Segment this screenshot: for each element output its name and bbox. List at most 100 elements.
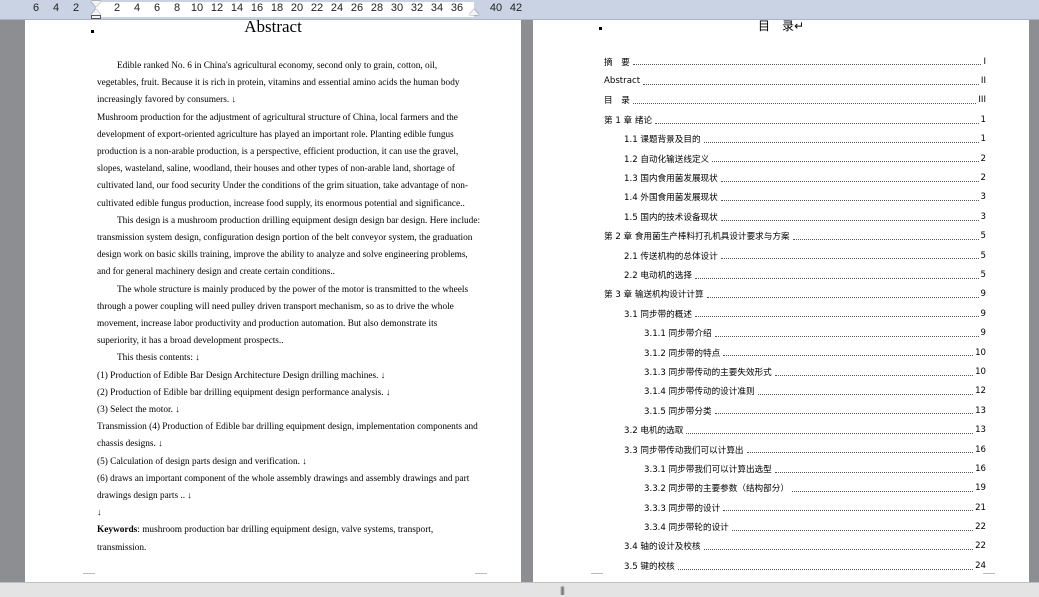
toc-entry-label: 1.1 课题背景及目的 — [624, 135, 701, 146]
ruler-number: 36 — [450, 2, 464, 14]
toc-entry[interactable]: 摘 要I — [604, 52, 986, 71]
toc-entry-page: I — [983, 56, 986, 67]
toc-entry-page: 12 — [975, 386, 986, 397]
toc-leader-dots — [723, 510, 974, 512]
toc-leader-dots — [712, 161, 979, 163]
toc-entry[interactable]: 3.3.3 同步带的设计 21 — [604, 498, 986, 517]
toc-entry-label: 3.3.2 同步带的主要参数（结构部分） — [644, 484, 789, 495]
toc-leader-dots — [655, 122, 979, 124]
toc-entry[interactable]: 1.5 国内的技术设备现状 3 — [604, 207, 986, 226]
abstract-paragraph: This design is a mushroom production dri… — [97, 215, 481, 278]
keywords-text: : mushroom production bar drilling equip… — [97, 525, 434, 553]
toc-leader-dots — [720, 180, 979, 182]
split-handle-icon[interactable]: ||| — [560, 585, 565, 595]
toc-entry[interactable]: 第 3 章 输送机构设计计算 9 — [604, 285, 986, 304]
toc-leader-dots — [774, 374, 974, 376]
toc-entry-label: 3.1 同步带的概述 — [624, 309, 692, 320]
abstract-body[interactable]: Edible ranked No. 6 in China's agricultu… — [97, 58, 481, 557]
ruler-number: 4 — [133, 2, 141, 14]
left-indent-marker[interactable] — [91, 15, 101, 19]
toc-entry-label: 3.1.5 同步带分类 — [644, 406, 712, 417]
toc-entry[interactable]: 3.1 同步带的概述 9 — [604, 304, 986, 323]
toc-entry-page: 2 — [980, 173, 986, 184]
page-contents[interactable]: 目 录↵ 摘 要 I Abstract II 目 录 III 第 1 章 绪论 1 1.1 课题… — [533, 20, 1029, 582]
toc-entry[interactable]: 2.2 电动机的选择 5 — [604, 265, 986, 284]
toc-entry-label: 3.5 键的校核 — [624, 561, 675, 572]
toc-entry-page: 5 — [980, 231, 986, 242]
toc-entry-page: 1 — [980, 134, 986, 145]
toc-entry[interactable]: 2.1 传送机构的总体设计 5 — [604, 246, 986, 265]
horizontal-scrollbar[interactable]: ||| — [0, 582, 1039, 597]
toc-entry[interactable]: 1.4 外国食用菌发展现状 3 — [604, 188, 986, 207]
toc-entry[interactable]: 1.1 课题背景及目的 1 — [604, 130, 986, 149]
toc-entry[interactable]: 3.1.3 同步带传动的主要失效形式 10 — [604, 362, 986, 381]
ruler-number: 14 — [230, 2, 244, 14]
toc-entry-label: 3.1.3 同步带传动的主要失效形式 — [644, 367, 772, 378]
abstract-paragraph: (5) Calculation of design parts design a… — [97, 456, 307, 467]
ruler-number: 22 — [310, 2, 324, 14]
toc-entry[interactable]: 3.3.1 同步带我们可以计算出选型 16 — [604, 459, 986, 478]
first-line-indent-marker[interactable] — [91, 1, 101, 7]
ruler-number: 6 — [153, 2, 161, 14]
page-abstract[interactable]: Abstract Edible ranked No. 6 in China's … — [25, 20, 521, 582]
ruler-number: 4 — [52, 2, 60, 14]
toc-entry-page: 9 — [980, 308, 986, 319]
document-workspace[interactable]: Abstract Edible ranked No. 6 in China's … — [0, 20, 1039, 582]
toc-entry-page: 3 — [980, 211, 986, 222]
toc-entry[interactable]: 3.3.4 同步带轮的设计 22 — [604, 517, 986, 536]
table-of-contents[interactable]: 摘 要 I Abstract II 目 录 III 第 1 章 绪论 1 1.1 课题背景及目的… — [604, 52, 986, 576]
ruler-number: 20 — [290, 2, 304, 14]
horizontal-ruler[interactable]: 642 2 4 6 8 10 12 14 16 18 20 22 24 26 28 30 32 34 36 40 4… — [0, 0, 1039, 20]
toc-leader-dots — [791, 490, 974, 492]
toc-entry[interactable]: 3.2 电机的选取 13 — [604, 420, 986, 439]
toc-entry[interactable]: 目 录 III — [604, 91, 986, 110]
toc-entry[interactable]: 3.1.4 同步带传动的设计准则 12 — [604, 382, 986, 401]
toc-entry-label: 3.1.4 同步带传动的设计准则 — [644, 387, 755, 398]
toc-entry-page: 1 — [980, 114, 986, 125]
toc-entry-label: 1.5 国内的技术设备现状 — [624, 212, 718, 223]
right-indent-marker[interactable] — [469, 9, 479, 15]
toc-entry[interactable]: 3.4 轴的设计及校核 22 — [604, 537, 986, 556]
abstract-paragraph: (2) Production of Edible bar drilling eq… — [97, 387, 391, 398]
toc-leader-dots — [703, 141, 979, 143]
toc-entry-page: 9 — [980, 289, 986, 300]
toc-entry-label: 2.2 电动机的选择 — [624, 270, 692, 281]
toc-entry-label: 1.2 自动化输送线定义 — [624, 154, 710, 165]
toc-entry-label: 摘 要 — [604, 57, 630, 68]
toc-entry-page: 19 — [975, 483, 986, 494]
abstract-title: Abstract — [244, 20, 302, 36]
toc-entry-page: 5 — [980, 250, 986, 261]
toc-entry-page: 24 — [975, 560, 986, 571]
toc-entry-page: 16 — [975, 444, 986, 455]
ruler-number: 2 — [113, 2, 121, 14]
ruler-number: 8 — [173, 2, 181, 14]
toc-leader-dots — [632, 103, 977, 105]
toc-entry[interactable]: 第 2 章 食用菌生产棒料打孔机具设计要求与方案 5 — [604, 227, 986, 246]
ruler-number: 26 — [350, 2, 364, 14]
ruler-number: 12 — [210, 2, 224, 14]
toc-title: 目 录↵ — [757, 20, 805, 33]
toc-entry[interactable]: 1.3 国内食用菌发展现状 2 — [604, 168, 986, 187]
abstract-paragraph: (1) Production of Edible Bar Design Arch… — [97, 370, 386, 381]
toc-entry[interactable]: 3.1.5 同步带分类 13 — [604, 401, 986, 420]
toc-entry-page: 5 — [980, 269, 986, 280]
ruler-number: 16 — [250, 2, 264, 14]
toc-entry[interactable]: 3.1.1 同步带介绍 9 — [604, 323, 986, 342]
ruler-number: 42 — [509, 2, 523, 14]
toc-entry-label: 3.2 电机的选取 — [624, 426, 684, 437]
toc-entry[interactable]: 3.3 同步带传动我们可以计算出 16 — [604, 440, 986, 459]
toc-entry[interactable]: 3.1.2 同步带的特点 10 — [604, 343, 986, 362]
toc-entry-label: 3.3.1 同步带我们可以计算出选型 — [644, 464, 772, 475]
toc-entry[interactable]: Abstract II — [604, 71, 986, 90]
toc-entry[interactable]: 第 1 章 绪论 1 — [604, 110, 986, 129]
toc-entry[interactable]: 3.5 键的校核 24 — [604, 556, 986, 575]
toc-entry-label: 目 录 — [604, 96, 630, 107]
toc-entry[interactable]: 1.2 自动化输送线定义 2 — [604, 149, 986, 168]
toc-entry-page: 10 — [975, 366, 986, 377]
toc-entry[interactable]: 3.3.2 同步带的主要参数（结构部分） 19 — [604, 479, 986, 498]
toc-leader-dots — [746, 452, 974, 454]
keywords-label: Keywords — [97, 525, 138, 536]
toc-entry-page: 3 — [980, 192, 986, 203]
toc-leader-dots — [694, 316, 979, 318]
abstract-paragraph: Mushroom production for the adjustment o… — [97, 112, 468, 209]
